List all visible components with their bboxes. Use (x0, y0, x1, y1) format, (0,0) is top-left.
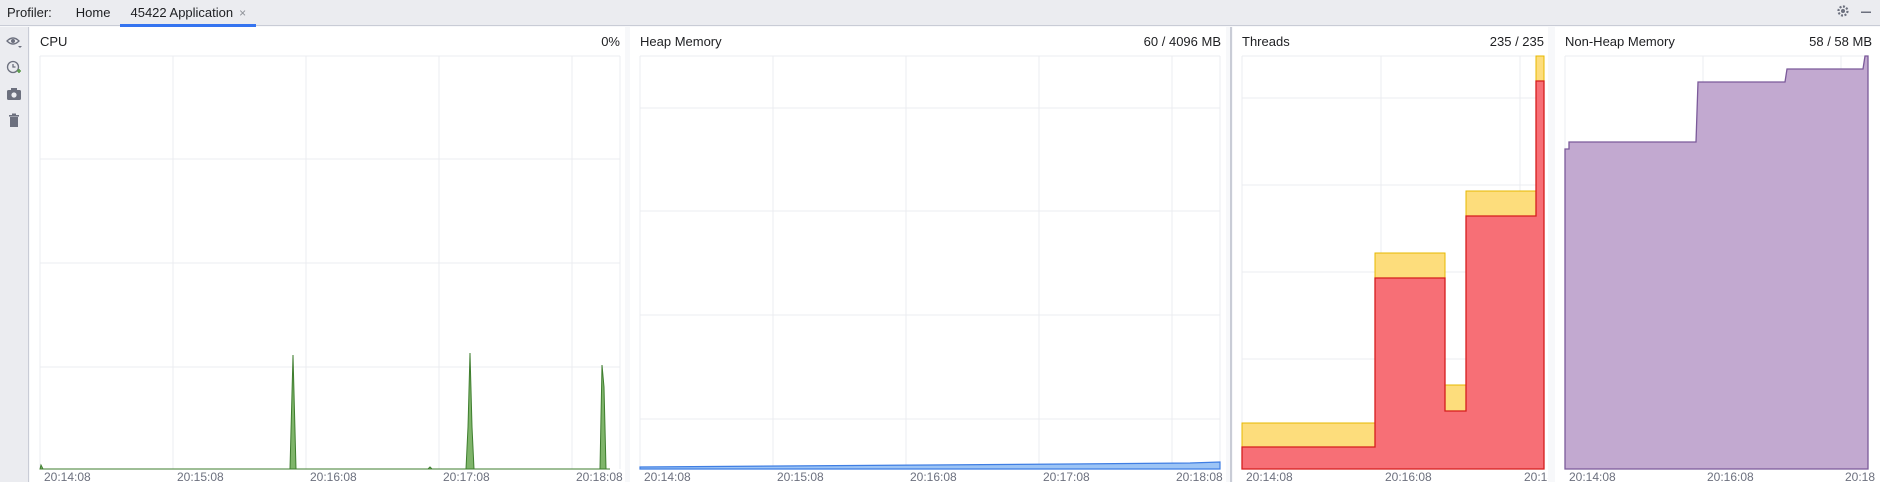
tab-home-label: Home (75, 4, 111, 20)
cpu-time-axis: 20:14:08 20:15:08 20:16:08 20:17:08 20:1… (44, 470, 623, 482)
gear-icon[interactable] (1836, 4, 1850, 22)
cpu-tick-1: 20:15:08 (177, 470, 224, 482)
cpu-panel: CPU 0% 20:14:08 20:15:08 20:16:08 20:17:… (30, 27, 625, 482)
tab-application[interactable]: 45422 Application × (120, 0, 256, 27)
cpu-tick-3: 20:17:08 (443, 470, 490, 482)
cpu-tick-2: 20:16:08 (310, 470, 357, 482)
cpu-tick-4: 20:18:08 (576, 470, 623, 482)
heap-tick-0: 20:14:08 (644, 470, 691, 482)
camera-icon[interactable] (5, 85, 23, 103)
heap-chart: 20:14:08 20:15:08 20:16:08 20:17:08 20:1… (639, 55, 1223, 482)
heap-usage-area (639, 461, 1221, 470)
nonheap-usage-area (1564, 55, 1869, 470)
nonheap-tick-2: 20:18 (1845, 470, 1875, 482)
threads-chart: 20:14:08 20:16:08 20:18 (1241, 55, 1548, 482)
panel-separator[interactable] (1230, 27, 1232, 482)
threads-panel: Threads 235 / 235 20:14:08 20:16:08 20:1… (1233, 27, 1548, 482)
profiler-tab-bar: Profiler: Home 45422 Application × (0, 0, 1880, 27)
heap-tick-1: 20:15:08 (777, 470, 824, 482)
threads-tick-0: 20:14:08 (1246, 470, 1293, 482)
tab-home[interactable]: Home (66, 0, 121, 26)
non-heap-memory-panel: Non-Heap Memory 58 / 58 MB 20:14:08 20:1… (1555, 27, 1880, 482)
tab-application-label: 45422 Application (130, 4, 234, 20)
nonheap-tick-1: 20:16:08 (1707, 470, 1754, 482)
eye-dropdown-icon[interactable] (5, 33, 23, 51)
heap-tick-2: 20:16:08 (910, 470, 957, 482)
trash-icon[interactable] (5, 111, 23, 129)
heap-time-axis: 20:14:08 20:15:08 20:16:08 20:17:08 20:1… (644, 470, 1223, 482)
cpu-tick-0: 20:14:08 (44, 470, 91, 482)
cpu-chart: 20:14:08 20:15:08 20:16:08 20:17:08 20:1… (39, 55, 623, 482)
attach-profiler-icon[interactable] (5, 59, 23, 77)
threads-tick-1: 20:16:08 (1385, 470, 1432, 482)
nonheap-chart: 20:14:08 20:16:08 20:18 (1564, 55, 1875, 482)
nonheap-tick-0: 20:14:08 (1569, 470, 1616, 482)
nonheap-time-axis: 20:14:08 20:16:08 20:18 (1569, 470, 1875, 482)
close-tab-icon[interactable]: × (239, 6, 246, 20)
heap-tick-3: 20:17:08 (1043, 470, 1090, 482)
profiler-label: Profiler: (7, 5, 52, 20)
heap-tick-4: 20:18:08 (1176, 470, 1223, 482)
threads-tick-2: 20:18 (1524, 470, 1548, 482)
heap-memory-panel: Heap Memory 60 / 4096 MB 20:14:08 20:15:… (630, 27, 1226, 482)
profiler-toolbar (0, 27, 29, 482)
threads-time-axis: 20:14:08 20:16:08 20:18 (1246, 470, 1548, 482)
cpu-usage-area (39, 352, 610, 470)
minimize-icon[interactable] (1860, 5, 1872, 22)
